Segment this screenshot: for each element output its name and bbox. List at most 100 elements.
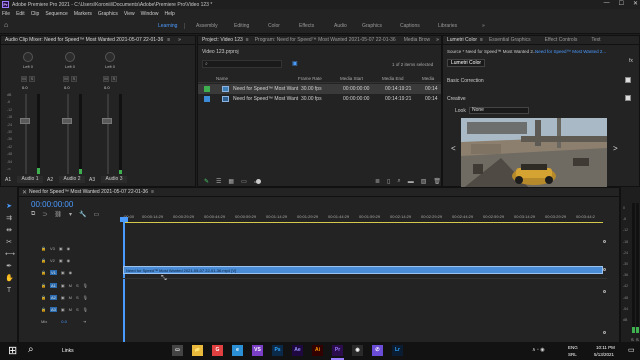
- label-color-swatch[interactable]: [204, 96, 210, 102]
- close-button[interactable]: ✕: [633, 0, 638, 7]
- workspace-graphics[interactable]: Graphics: [362, 23, 382, 29]
- nest-icon[interactable]: ⧉: [31, 211, 35, 218]
- solo-button[interactable]: S: [76, 295, 79, 300]
- table-row[interactable]: Need for Speed™ Most Want 30.00 fps 00:0…: [198, 94, 441, 104]
- search-icon[interactable]: ⌕: [28, 344, 34, 355]
- workspace-effects[interactable]: Effects: [299, 23, 314, 29]
- tab-audio-clip-mixer[interactable]: Audio Clip Mixer: Need for Speed™ Most W…: [5, 37, 163, 43]
- minimize-button[interactable]: —: [604, 0, 610, 7]
- snap-icon[interactable]: ⊃: [42, 211, 47, 218]
- previous-look-button[interactable]: <: [451, 144, 456, 153]
- volume-fader-track[interactable]: [25, 94, 27, 174]
- media-encoder-icon[interactable]: ◉: [352, 345, 363, 356]
- workspace-audio[interactable]: Audio: [334, 23, 347, 29]
- panel-menu-icon[interactable]: ≡: [151, 189, 154, 195]
- language-code[interactable]: ENG: [568, 345, 578, 350]
- mute-button[interactable]: M: [63, 76, 69, 82]
- track-label[interactable]: A2: [49, 295, 57, 300]
- visual-studio-icon[interactable]: VS: [252, 345, 263, 356]
- zoom-slider-thumb[interactable]: [255, 178, 261, 184]
- pan-knob[interactable]: [105, 52, 115, 62]
- hand-tool-icon[interactable]: ✋: [5, 275, 14, 283]
- illustrator-icon[interactable]: Ai: [312, 345, 323, 356]
- captions-icon[interactable]: ▭: [93, 211, 99, 218]
- lock-icon[interactable]: 🔒: [41, 295, 46, 300]
- panel-menu-icon[interactable]: ≡: [246, 37, 249, 43]
- mute-button[interactable]: M: [103, 76, 109, 82]
- lock-icon[interactable]: 🔒: [41, 270, 46, 275]
- track-label[interactable]: A1: [49, 283, 57, 288]
- go-to-end-icon[interactable]: ⇥: [83, 319, 86, 324]
- linked-selection-icon[interactable]: ⛓: [54, 211, 62, 218]
- write-protect-icon[interactable]: ✎: [204, 178, 209, 185]
- playhead[interactable]: [123, 219, 125, 343]
- mute-button[interactable]: M: [69, 307, 72, 312]
- menu-edit[interactable]: Edit: [16, 11, 25, 17]
- new-item-icon[interactable]: ▧: [421, 178, 427, 185]
- workspace-assembly[interactable]: Assembly: [196, 23, 218, 29]
- work-area-bar[interactable]: [123, 222, 603, 223]
- video-clip[interactable]: Need for Speed™ Most Wanted 2021-05-07 2…: [123, 266, 603, 274]
- table-row[interactable]: Need for Speed™ Most Want 30.00 fps 00:0…: [198, 84, 441, 94]
- column-frame-rate[interactable]: Frame Rate: [298, 76, 322, 81]
- menu-help[interactable]: Help: [164, 11, 174, 17]
- photoshop-icon[interactable]: Ps: [272, 345, 283, 356]
- system-tray[interactable]: ∧ ▫ ◉: [532, 347, 545, 353]
- links-toolbar[interactable]: Links: [62, 348, 74, 354]
- volume-fader-handle[interactable]: [20, 118, 30, 124]
- premiere-pro-icon[interactable]: Pr: [332, 345, 343, 356]
- home-icon[interactable]: ⌂: [4, 22, 8, 29]
- panel-menu-icon[interactable]: ≡: [167, 37, 170, 43]
- search-input[interactable]: ⌕: [202, 60, 282, 68]
- volume-fader-track[interactable]: [107, 94, 109, 174]
- playhead-timecode[interactable]: 00:00:00:00: [31, 200, 73, 209]
- column-media-start[interactable]: Media Start: [340, 76, 363, 81]
- pan-knob[interactable]: [23, 52, 33, 62]
- close-sequence-icon[interactable]: ✕: [22, 189, 27, 196]
- workspace-captions[interactable]: Captions: [400, 23, 420, 29]
- freeform-view-icon[interactable]: ▭: [241, 178, 247, 185]
- next-look-button[interactable]: >: [613, 144, 618, 153]
- source-selector[interactable]: Source * Need for Speed™ Most Wanted 2..…: [447, 49, 537, 54]
- tab-lumetri-color[interactable]: Lumetri Color: [447, 37, 477, 43]
- solo-button[interactable]: S: [76, 283, 79, 288]
- mute-button[interactable]: M: [69, 295, 72, 300]
- creative-checkbox[interactable]: [625, 95, 631, 101]
- sort-icon[interactable]: ≣: [375, 178, 380, 185]
- add-marker-icon[interactable]: ▾: [69, 211, 72, 218]
- sync-lock-icon[interactable]: ▣: [59, 258, 63, 263]
- tab-program[interactable]: Program: Need for Speed™ Most Wanted 202…: [255, 37, 396, 43]
- clock-date[interactable]: 5/13/2021: [594, 352, 614, 357]
- column-media[interactable]: Media: [422, 76, 434, 81]
- tab-essential-graphics[interactable]: Essential Graphics: [489, 37, 531, 43]
- microphone-icon[interactable]: 🎙: [83, 295, 88, 300]
- track-label[interactable]: V3: [50, 246, 55, 251]
- lightroom-icon[interactable]: Lr: [392, 345, 403, 356]
- task-view-icon[interactable]: ▭: [172, 345, 183, 356]
- pen-tool-icon[interactable]: ✒: [5, 263, 13, 271]
- eye-icon[interactable]: ◉: [67, 258, 71, 263]
- automate-icon[interactable]: ▯: [387, 178, 390, 185]
- menu-markers[interactable]: Markers: [74, 11, 92, 17]
- menu-window[interactable]: Window: [141, 11, 159, 17]
- viber-icon[interactable]: ✆: [372, 345, 383, 356]
- icon-view-icon[interactable]: ▦: [228, 178, 234, 185]
- eye-icon[interactable]: ◉: [69, 270, 73, 275]
- menu-clip[interactable]: Clip: [31, 11, 40, 17]
- volume-fader-handle[interactable]: [102, 118, 112, 124]
- notifications-icon[interactable]: ▭: [628, 346, 635, 354]
- workspace-learning[interactable]: Learning: [158, 23, 177, 29]
- list-view-icon[interactable]: ☰: [216, 178, 221, 185]
- eye-icon[interactable]: ◉: [67, 246, 71, 251]
- track-label[interactable]: V1: [49, 270, 57, 275]
- clock-time[interactable]: 10:11 PM: [596, 345, 615, 350]
- chrome-icon[interactable]: G: [212, 345, 223, 356]
- workspace-more-button[interactable]: »: [482, 23, 485, 29]
- column-name[interactable]: Name: [216, 76, 228, 81]
- maximize-button[interactable]: ☐: [619, 0, 624, 7]
- mute-button[interactable]: M: [69, 283, 72, 288]
- volume-fader-track[interactable]: [67, 94, 69, 174]
- menu-file[interactable]: File: [2, 11, 10, 17]
- panel-menu-icon[interactable]: ≡: [480, 37, 483, 43]
- label-color-swatch[interactable]: [204, 86, 210, 92]
